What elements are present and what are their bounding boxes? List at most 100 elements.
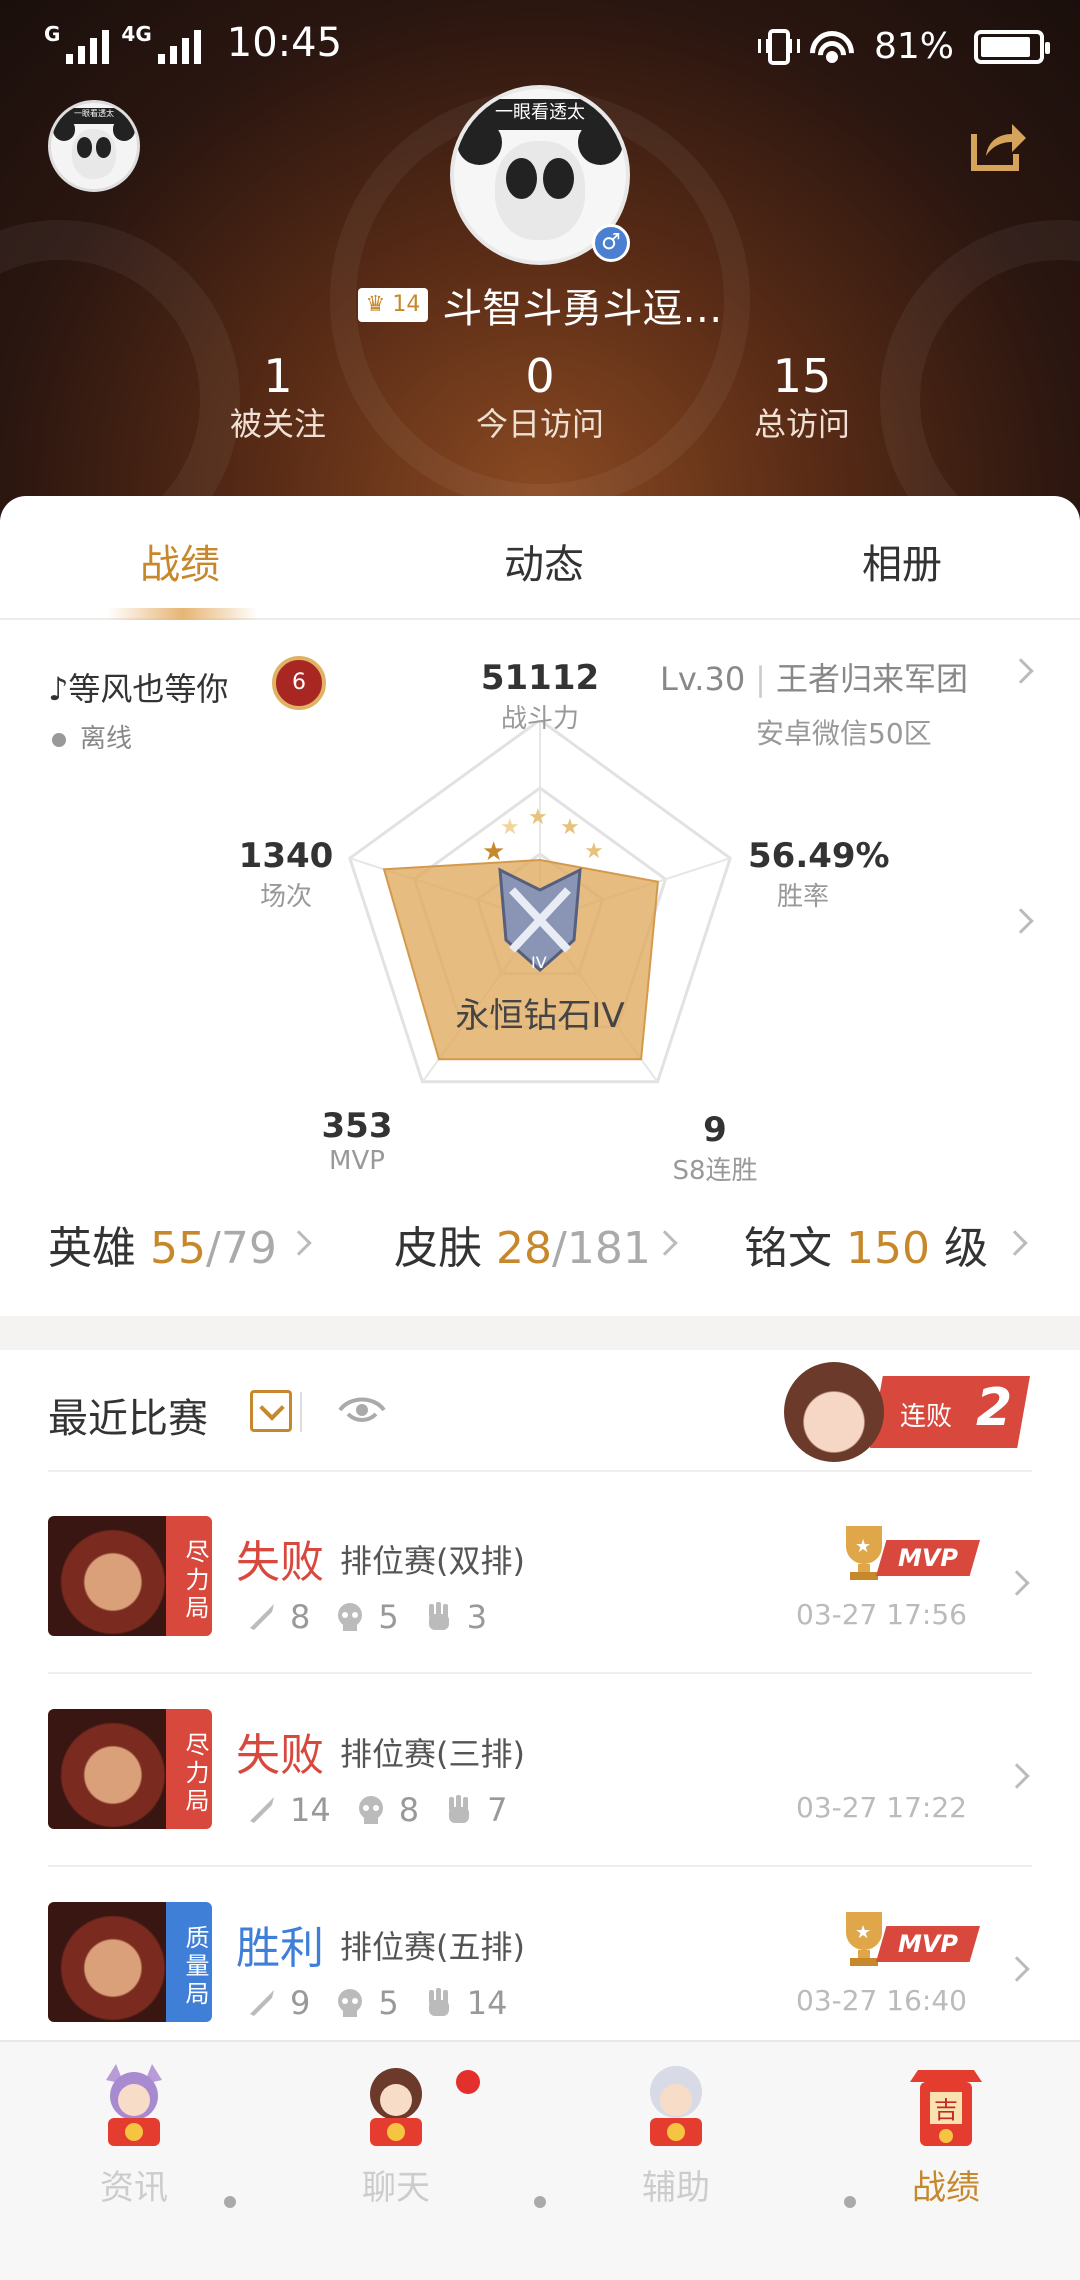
match-mode: 排位赛(三排)	[340, 1735, 525, 1773]
mvp-label: MVP	[329, 1146, 385, 1176]
match-quality-tag: 质量局	[166, 1902, 212, 2022]
signal-icon	[66, 28, 110, 64]
nav-chat[interactable]: 聊天	[326, 2062, 466, 2209]
nav-record[interactable]: 吉 战绩	[876, 2062, 1016, 2209]
news-icon	[106, 2064, 162, 2146]
chevron-right-icon	[1004, 1956, 1030, 1982]
winrate-label: 胜率	[776, 882, 829, 912]
games-value: 1340	[238, 836, 334, 876]
star-icon: ★	[528, 805, 548, 830]
assists-value: 7	[487, 1791, 508, 1829]
profile-page: G 4G 10:45 81% 一眼看透太 一眼看透太 ♂ ♛ 14 斗智斗勇斗逗…	[0, 0, 1080, 2280]
skins-label: 皮肤	[394, 1223, 482, 1274]
stat-today-visits[interactable]: 0 今日访问	[420, 350, 660, 446]
rank-badge: 6	[272, 656, 326, 710]
chevron-right-icon	[652, 1230, 678, 1256]
nav-label: 辅助	[642, 2168, 710, 2208]
hand-icon	[449, 1795, 470, 1823]
assist-icon	[650, 2066, 702, 2146]
streak-number: 2	[976, 1378, 1013, 1438]
game-account-info[interactable]: Lv.30 | 王者归来军团	[660, 654, 968, 700]
sword-icon	[250, 1990, 274, 2016]
runes-label: 铭文	[744, 1223, 832, 1274]
kills-value: 9	[290, 1984, 311, 2022]
heroes-count[interactable]: 英雄 55/79	[48, 1212, 277, 1276]
nav-news[interactable]: 资讯	[64, 2062, 204, 2209]
kills: 14	[246, 1791, 331, 1829]
profile-tabs: 战绩 动态 相册	[0, 496, 1080, 620]
kda: 9 5 14	[246, 1984, 507, 2022]
nav-label: 资讯	[100, 2168, 168, 2208]
deaths-value: 5	[378, 1598, 399, 1636]
stat-value: 1	[263, 349, 293, 403]
radar-mvp: 353 MVP	[312, 1106, 402, 1176]
radar-games: 1340 场次	[236, 836, 336, 913]
match-time: 03-27 16:40	[796, 1984, 967, 2017]
match-result: 失败	[236, 1730, 324, 1781]
account-avatar[interactable]: 一眼看透太	[48, 100, 140, 192]
streak-flag: 连败 2	[870, 1376, 1030, 1448]
profile-header: G 4G 10:45 81% 一眼看透太 一眼看透太 ♂ ♛ 14 斗智斗勇斗逗…	[0, 0, 1080, 580]
unread-dot	[456, 2070, 480, 2094]
collection-counts: 英雄 55/79 皮肤 28/181 铭文 150 级	[0, 1212, 1080, 1292]
skull-icon	[338, 1603, 363, 1631]
deaths: 5	[334, 1598, 399, 1636]
signal-icon	[157, 28, 201, 64]
kills: 8	[246, 1598, 310, 1636]
page-indicator-dot	[224, 2196, 236, 2208]
network-type: 4G	[121, 22, 152, 46]
nav-label: 战绩	[912, 2168, 980, 2208]
runes-level: 150	[846, 1223, 930, 1274]
hand-icon	[428, 1602, 449, 1630]
sword-icon	[250, 1797, 274, 1823]
hide-eye-icon[interactable]	[338, 1392, 386, 1428]
sword-icon	[250, 1604, 274, 1630]
match-quality-tag: 尽力局	[166, 1709, 212, 1829]
section-title: 最近比赛	[48, 1396, 208, 1442]
share-icon[interactable]	[968, 118, 1028, 174]
hero-portrait: 尽力局	[48, 1709, 212, 1829]
skins-count[interactable]: 皮肤 28/181	[394, 1212, 651, 1276]
mvp-tag: MVP	[876, 1926, 980, 1962]
star-icon: ★	[560, 815, 580, 840]
runes-count[interactable]: 铭文 150 级	[744, 1212, 988, 1276]
user-name: 斗智斗勇斗逗…	[442, 286, 723, 332]
game-team: 王者归来军团	[775, 660, 968, 698]
tab-record[interactable]: 战绩	[140, 532, 220, 590]
power-value: 51112	[480, 658, 600, 698]
vibrate-icon	[757, 28, 800, 65]
deaths-value: 5	[378, 1984, 399, 2022]
tab-album[interactable]: 相册	[862, 532, 942, 590]
nav-assist[interactable]: 辅助	[606, 2062, 746, 2209]
chevron-right-icon[interactable]	[1008, 658, 1034, 684]
star-icon: ★	[482, 837, 505, 867]
games-label: 场次	[259, 882, 312, 912]
stat-followers[interactable]: 1 被关注	[158, 350, 398, 446]
match-mode: 排位赛(五排)	[340, 1928, 525, 1966]
wifi-icon	[809, 28, 854, 65]
match-row[interactable]: 尽力局 失败 排位赛(双排) 8 5 3 ★ MVP 03-27 17:56	[0, 1480, 1080, 1674]
tab-moments[interactable]: 动态	[504, 532, 584, 590]
match-row[interactable]: 质量局 胜利 排位赛(五排) 9 5 14 ★ MVP 03-27 16:40	[0, 1866, 1080, 2056]
chat-icon	[370, 2068, 422, 2146]
page-indicator-dot	[844, 2196, 856, 2208]
losing-streak-badge: 连败 2	[780, 1360, 1030, 1470]
ability-radar: ★ ★ ★ ★ ★ IV	[348, 720, 732, 1084]
battery-icon	[974, 29, 1050, 64]
match-row[interactable]: 尽力局 失败 排位赛(三排) 14 8 7 03-27 17:22	[0, 1673, 1080, 1867]
mvp-badge: ★ MVP	[836, 1908, 980, 1968]
match-time: 03-27 17:22	[796, 1791, 967, 1824]
assists-value: 3	[466, 1598, 488, 1636]
game-level: Lv.30	[660, 660, 746, 698]
assists: 7	[443, 1791, 507, 1829]
divider	[48, 1470, 1032, 1472]
heroes-label: 英雄	[48, 1223, 136, 1274]
heroes-owned: 55	[150, 1223, 206, 1274]
chevron-down-icon[interactable]	[250, 1390, 292, 1432]
heroes-total: /79	[206, 1223, 277, 1274]
stat-total-visits[interactable]: 15 总访问	[682, 350, 922, 446]
runes-unit: 级	[943, 1223, 988, 1274]
star-icon: ★	[500, 815, 520, 840]
mvp-value: 353	[321, 1106, 393, 1146]
kills: 9	[246, 1984, 310, 2022]
